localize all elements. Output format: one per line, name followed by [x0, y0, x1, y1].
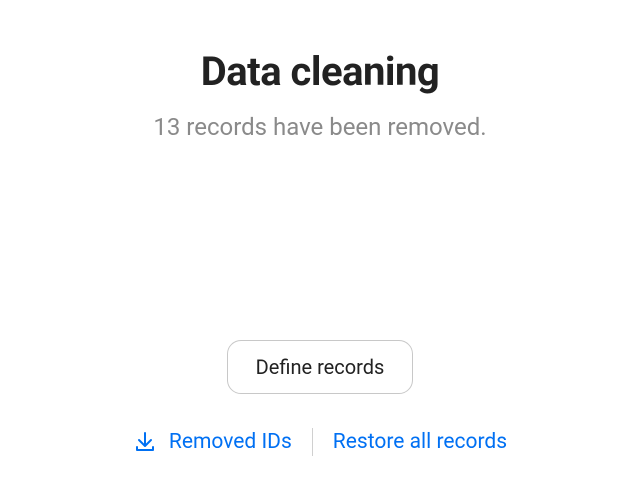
- removed-ids-label: Removed IDs: [169, 430, 292, 454]
- records-removed-text: 13 records have been removed.: [153, 113, 486, 141]
- restore-all-button[interactable]: Restore all records: [313, 424, 527, 460]
- page-title: Data cleaning: [201, 48, 440, 95]
- removed-ids-button[interactable]: Removed IDs: [113, 424, 312, 460]
- secondary-actions: Removed IDs Restore all records: [113, 424, 527, 460]
- define-records-button[interactable]: Define records: [227, 340, 414, 394]
- download-icon: [133, 430, 157, 454]
- restore-all-label: Restore all records: [333, 430, 507, 454]
- data-cleaning-card: Data cleaning 13 records have been remov…: [0, 0, 640, 500]
